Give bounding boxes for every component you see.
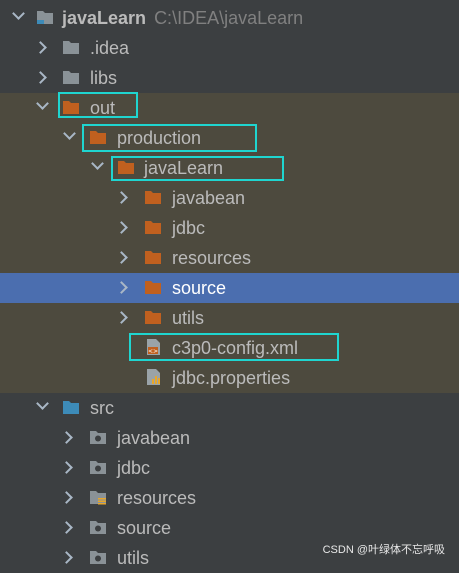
folder-icon: [63, 41, 79, 54]
tree-row-c3p0-config[interactable]: <> c3p0-config.xml: [0, 333, 459, 363]
chevron-right-icon[interactable]: [34, 71, 47, 84]
tree-item-label: source: [117, 518, 172, 538]
chevron-right-icon[interactable]: [60, 461, 73, 474]
svg-text:<>: <>: [148, 348, 158, 355]
chevron-right-icon[interactable]: [60, 431, 73, 444]
chevron-right-icon[interactable]: [115, 311, 128, 324]
chevron-right-icon[interactable]: [115, 191, 128, 204]
xml-file-icon: <>: [147, 339, 160, 355]
tree-item-label: jdbc: [117, 458, 151, 478]
excluded-folder-icon: [145, 311, 161, 324]
tree-row-jdbc[interactable]: jdbc: [0, 213, 459, 243]
tree-row-src-source[interactable]: source: [0, 513, 459, 543]
properties-file-icon: [147, 369, 160, 385]
chevron-down-icon[interactable]: [36, 397, 49, 410]
tree-row-out[interactable]: out: [0, 93, 459, 123]
chevron-right-icon[interactable]: [115, 281, 128, 294]
tree-item-label: source: [172, 278, 227, 298]
tree-item-label: utils: [117, 548, 150, 568]
excluded-folder-icon: [90, 131, 106, 144]
excluded-folder-icon: [118, 161, 134, 174]
package-icon: [90, 431, 106, 444]
tree-row-utils[interactable]: utils: [0, 303, 459, 333]
tree-item-label: javabean: [172, 188, 246, 208]
tree-item-label: src: [90, 398, 114, 418]
tree-row-project-root[interactable]: javaLearn C:\IDEA\javaLearn: [0, 3, 459, 33]
tree-row-src-javabean[interactable]: javabean: [0, 423, 459, 453]
tree-item-label: out: [90, 98, 116, 118]
tree-item-label: .idea: [90, 38, 130, 58]
tree-item-label: jdbc: [172, 218, 206, 238]
package-icon: [90, 461, 106, 474]
chevron-right-icon[interactable]: [60, 491, 73, 504]
chevron-down-icon[interactable]: [63, 127, 76, 140]
chevron-down-icon[interactable]: [91, 157, 104, 170]
tree-row-idea[interactable]: .idea: [0, 33, 459, 63]
excluded-folder-icon: [145, 191, 161, 204]
tree-item-label: c3p0-config.xml: [172, 338, 299, 358]
project-path: C:\IDEA\javaLearn: [154, 8, 304, 28]
project-folder-icon: [37, 11, 53, 24]
chevron-down-icon[interactable]: [12, 7, 25, 20]
tree-row-src[interactable]: src: [0, 393, 459, 423]
tree-row-javalearn[interactable]: javaLearn: [0, 153, 459, 183]
chevron-right-icon[interactable]: [60, 521, 73, 534]
tree-row-production[interactable]: production: [0, 123, 459, 153]
tree-row-resources[interactable]: resources: [0, 243, 459, 273]
tree-row-source-selected[interactable]: source: [0, 273, 459, 303]
tree-item-label: resources: [172, 248, 252, 268]
tree-item-label: utils: [172, 308, 205, 328]
chevron-right-icon[interactable]: [115, 251, 128, 264]
excluded-folder-icon: [145, 251, 161, 264]
tree-item-label: jdbc.properties: [172, 368, 291, 388]
tree-row-javabean[interactable]: javabean: [0, 183, 459, 213]
package-icon: [90, 521, 106, 534]
tree-row-jdbc-properties[interactable]: jdbc.properties: [0, 363, 459, 393]
excluded-folder-icon: [63, 101, 79, 114]
excluded-folder-icon: [145, 221, 161, 234]
tree-item-label: javabean: [117, 428, 191, 448]
tree-item-label: production: [117, 128, 202, 148]
chevron-right-icon[interactable]: [34, 41, 47, 54]
chevron-down-icon[interactable]: [36, 97, 49, 110]
tree-row-src-jdbc[interactable]: jdbc: [0, 453, 459, 483]
tree-row-libs[interactable]: libs: [0, 63, 459, 93]
excluded-folder-icon: [145, 281, 161, 294]
chevron-right-icon[interactable]: [60, 551, 73, 564]
project-name: javaLearn: [62, 8, 147, 28]
project-title: javaLearn C:\IDEA\javaLearn: [62, 8, 303, 28]
folder-icon: [63, 71, 79, 84]
package-icon: [90, 551, 106, 564]
tree-item-label: javaLearn: [144, 158, 224, 178]
tree-item-label: libs: [90, 68, 118, 88]
resources-package-icon: [90, 491, 106, 505]
watermark: CSDN @叶绿体不忘呼吸: [322, 544, 445, 556]
chevron-right-icon[interactable]: [115, 221, 128, 234]
source-folder-icon: [63, 401, 79, 414]
tree-row-src-resources[interactable]: resources: [0, 483, 459, 513]
tree-item-label: resources: [117, 488, 197, 508]
